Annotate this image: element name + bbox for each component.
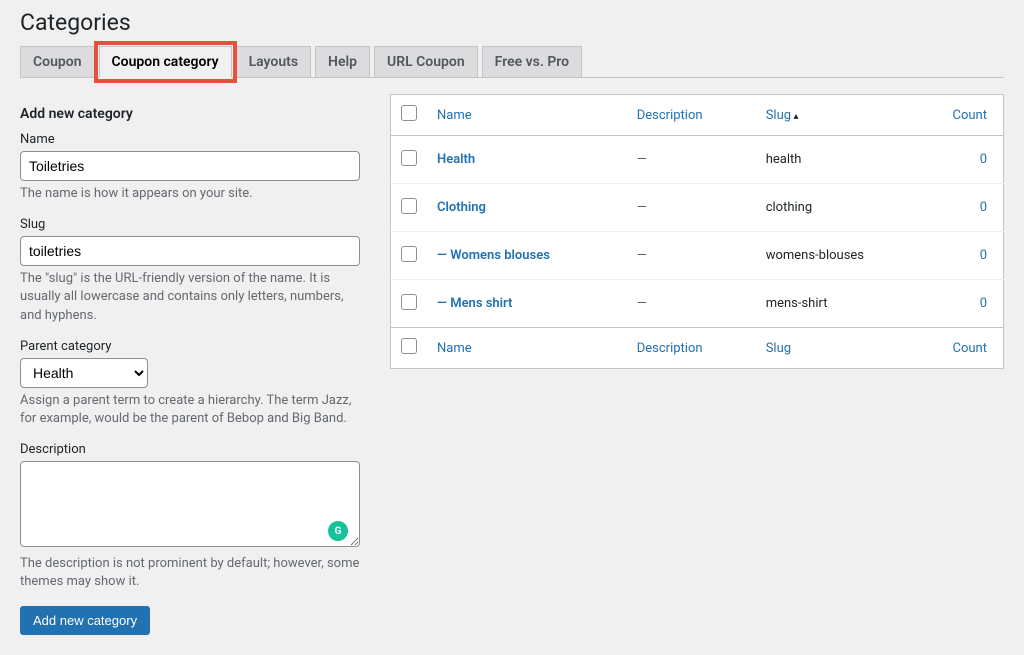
tab-free-vs-pro[interactable]: Free vs. Pro	[482, 46, 582, 77]
parent-help: Assign a parent term to create a hierarc…	[20, 392, 360, 428]
parent-select[interactable]: Health	[20, 358, 148, 388]
row-checkbox[interactable]	[401, 150, 417, 166]
row-description: —	[637, 200, 647, 215]
row-count[interactable]: 0	[980, 200, 987, 215]
form-heading: Add new category	[20, 106, 360, 122]
row-slug: health	[756, 136, 934, 184]
row-slug: clothing	[756, 184, 934, 232]
row-checkbox[interactable]	[401, 246, 417, 262]
footer-count[interactable]: Count	[953, 341, 987, 356]
row-description: —	[637, 296, 647, 311]
desc-textarea[interactable]	[20, 461, 360, 547]
row-name[interactable]: — Mens shirt	[437, 296, 512, 311]
name-input[interactable]	[20, 151, 360, 181]
slug-input[interactable]	[20, 236, 360, 266]
row-description: —	[637, 152, 647, 167]
footer-description[interactable]: Description	[637, 341, 703, 356]
header-count: Count	[934, 95, 1004, 136]
tab-url-coupon[interactable]: URL Coupon	[374, 46, 478, 77]
desc-label: Description	[20, 442, 360, 457]
tab-help[interactable]: Help	[315, 46, 370, 77]
tab-coupon-category[interactable]: Coupon category	[99, 46, 232, 78]
desc-help: The description is not prominent by defa…	[20, 555, 360, 591]
footer-slug[interactable]: Slug	[766, 341, 791, 356]
select-all-checkbox[interactable]	[401, 105, 417, 121]
row-count[interactable]: 0	[980, 296, 987, 311]
row-checkbox[interactable]	[401, 198, 417, 214]
table-row: Clothing — clothing 0	[391, 184, 1004, 232]
slug-label: Slug	[20, 217, 360, 232]
header-description: Description	[627, 95, 756, 136]
tab-layouts[interactable]: Layouts	[236, 46, 311, 77]
add-category-button[interactable]: Add new category	[20, 606, 150, 635]
row-checkbox[interactable]	[401, 294, 417, 310]
row-count[interactable]: 0	[980, 248, 987, 263]
header-slug: Slug	[756, 95, 934, 136]
row-slug: mens-shirt	[756, 280, 934, 328]
row-name[interactable]: Health	[437, 152, 475, 167]
header-name: Name	[427, 95, 627, 136]
select-all-footer-checkbox[interactable]	[401, 338, 417, 354]
tab-nav: Coupon Coupon category Layouts Help URL …	[20, 46, 1004, 78]
slug-help: The "slug" is the URL-friendly version o…	[20, 270, 360, 325]
row-count[interactable]: 0	[980, 152, 987, 167]
categories-table: Name Description Slug Count Health — hea…	[390, 94, 1004, 369]
name-help: The name is how it appears on your site.	[20, 185, 360, 203]
table-row: — Womens blouses — womens-blouses 0	[391, 232, 1004, 280]
name-label: Name	[20, 132, 360, 147]
footer-name[interactable]: Name	[437, 341, 472, 356]
table-row: — Mens shirt — mens-shirt 0	[391, 280, 1004, 328]
page-title: Categories	[20, 0, 1004, 40]
row-description: —	[637, 248, 647, 263]
row-slug: womens-blouses	[756, 232, 934, 280]
row-name[interactable]: Clothing	[437, 200, 486, 215]
parent-label: Parent category	[20, 339, 360, 354]
row-name[interactable]: — Womens blouses	[437, 248, 550, 263]
table-row: Health — health 0	[391, 136, 1004, 184]
tab-coupon[interactable]: Coupon	[20, 46, 95, 77]
